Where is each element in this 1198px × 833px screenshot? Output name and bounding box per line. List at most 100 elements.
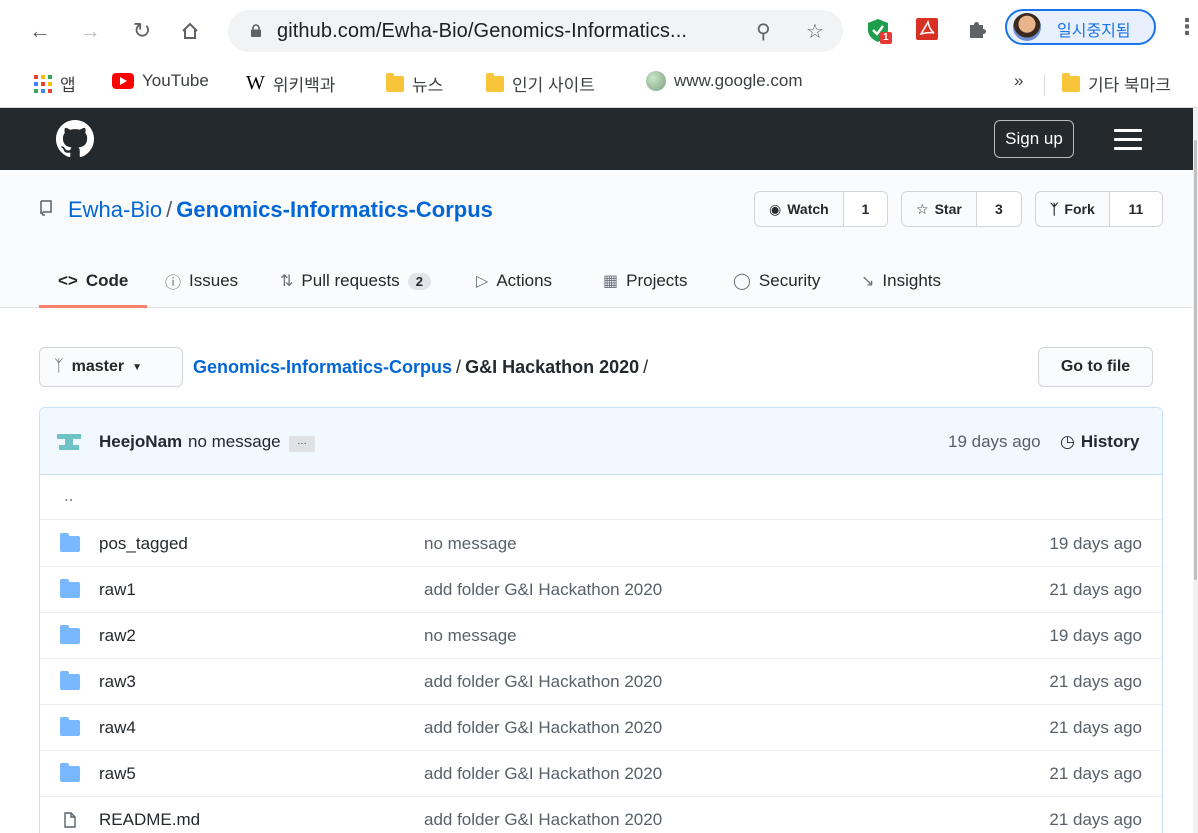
zoom-icon[interactable]: ⚲ xyxy=(756,19,771,44)
tab-code[interactable]: <> Code xyxy=(58,266,128,296)
tab-insights[interactable]: ↘ Insights xyxy=(861,266,941,296)
url-text: github.com/Ewha-Bio/Genomics-Informatics… xyxy=(277,20,688,42)
file-name-link[interactable]: raw4 xyxy=(99,718,136,738)
file-commit-message[interactable]: add folder G&I Hackathon 2020 xyxy=(424,718,662,738)
go-to-file-button[interactable]: Go to file xyxy=(1038,347,1153,387)
fork-count[interactable]: 11 xyxy=(1109,192,1162,226)
file-commit-message[interactable]: add folder G&I Hackathon 2020 xyxy=(424,764,662,784)
star-count[interactable]: 3 xyxy=(976,192,1021,226)
folder-icon xyxy=(60,717,80,736)
file-name-link[interactable]: README.md xyxy=(99,810,200,830)
sign-up-button[interactable]: Sign up xyxy=(994,120,1074,158)
file-name-link[interactable]: raw1 xyxy=(99,580,136,600)
shield-extension-icon[interactable]: 1 xyxy=(866,18,892,44)
watch-count[interactable]: 1 xyxy=(843,192,887,226)
history-link[interactable]: ◷ History xyxy=(1060,432,1139,452)
more-menu-icon[interactable]: ⋮ xyxy=(1176,14,1198,40)
bookmark-popular-sites[interactable]: 인기 사이트 xyxy=(486,71,595,96)
puzzle-icon[interactable] xyxy=(966,18,990,42)
repo-owner-link[interactable]: Ewha-Bio xyxy=(68,197,162,222)
table-row[interactable]: raw2 no message 19 days ago xyxy=(40,613,1162,659)
branch-icon: ᛉ xyxy=(54,358,64,375)
watch-button[interactable]: ◉ Watch 1 xyxy=(754,191,888,227)
github-header: Sign up xyxy=(0,108,1193,170)
file-commit-message[interactable]: add folder G&I Hackathon 2020 xyxy=(424,810,662,830)
bookmarks-bar: 앱 YouTube W 위키백과 뉴스 인기 사이트 www.google.co… xyxy=(0,64,1198,108)
active-tab-indicator xyxy=(39,305,147,308)
project-icon: ▦ xyxy=(603,273,619,290)
repo-name-link[interactable]: Genomics-Informatics-Corpus xyxy=(176,197,493,222)
tab-security[interactable]: ◯ Security xyxy=(733,266,820,296)
tab-projects[interactable]: ▦ Projects xyxy=(603,266,688,296)
globe-icon xyxy=(646,71,666,91)
profile-button[interactable]: 일시중지됨 xyxy=(1005,9,1156,45)
file-name-link[interactable]: raw2 xyxy=(99,626,136,646)
branch-name: master xyxy=(71,358,125,375)
menu-hamburger-icon[interactable] xyxy=(1114,129,1142,156)
file-commit-age: 21 days ago xyxy=(1049,672,1142,691)
github-logo-icon[interactable] xyxy=(56,120,94,158)
commit-message[interactable]: no message xyxy=(188,432,281,452)
breadcrumb: Genomics-Informatics-Corpus / G&I Hackatho… xyxy=(193,357,649,377)
file-name-link[interactable]: pos_tagged xyxy=(99,534,188,554)
lock-icon xyxy=(251,24,261,37)
tab-actions[interactable]: ▷ Actions xyxy=(476,266,552,296)
table-row[interactable]: pos_tagged no message 19 days ago xyxy=(40,521,1162,567)
file-commit-message[interactable]: add folder G&I Hackathon 2020 xyxy=(424,580,662,600)
profile-label: 일시중지됨 xyxy=(1057,23,1131,40)
forward-arrow-icon[interactable]: → xyxy=(76,17,104,45)
file-name-link[interactable]: raw5 xyxy=(99,764,136,784)
commit-author[interactable]: HeejoNam xyxy=(99,432,182,452)
table-row[interactable]: README.md add folder G&I Hackathon 2020 21… xyxy=(40,797,1162,833)
file-commit-age: 21 days ago xyxy=(1049,718,1142,737)
address-bar[interactable]: github.com/Ewha-Bio/Genomics-Informatics… xyxy=(228,10,843,52)
file-icon xyxy=(64,812,76,828)
issue-icon: ⓘ xyxy=(165,275,182,292)
graph-icon: ↘ xyxy=(861,273,875,290)
file-commit-message[interactable]: no message xyxy=(424,626,517,646)
folder-icon xyxy=(486,72,504,92)
bookmark-other[interactable]: 기타 북마크 xyxy=(1062,71,1171,96)
folder-icon xyxy=(60,671,80,690)
table-row[interactable]: raw3 add folder G&I Hackathon 2020 21 days… xyxy=(40,659,1162,705)
file-commit-message[interactable]: no message xyxy=(424,534,517,554)
file-commit-age: 21 days ago xyxy=(1049,580,1142,599)
table-row[interactable]: raw5 add folder G&I Hackathon 2020 21 days… xyxy=(40,751,1162,797)
fork-button[interactable]: ᛉ Fork 11 xyxy=(1035,191,1163,227)
file-commit-age: 21 days ago xyxy=(1049,810,1142,829)
table-row[interactable]: raw4 add folder G&I Hackathon 2020 21 days… xyxy=(40,705,1162,751)
commit-expand-button[interactable]: … xyxy=(289,436,315,452)
bookmark-wikipedia[interactable]: W 위키백과 xyxy=(246,71,335,96)
pull-request-counter: 2 xyxy=(407,272,431,290)
tab-issues[interactable]: ⓘ Issues xyxy=(165,266,238,296)
parent-directory-row[interactable]: .. xyxy=(40,475,1162,520)
breadcrumb-repo-link[interactable]: Genomics-Informatics-Corpus xyxy=(193,357,452,377)
back-arrow-icon[interactable]: ← xyxy=(26,17,54,45)
bookmark-news[interactable]: 뉴스 xyxy=(386,71,443,96)
shield-icon: ◯ xyxy=(733,273,751,290)
tab-pull-requests[interactable]: ⇅ Pull requests 2 xyxy=(280,266,431,296)
file-commit-message[interactable]: add folder G&I Hackathon 2020 xyxy=(424,672,662,692)
bookmarks-overflow[interactable]: » xyxy=(1014,71,1023,91)
caret-down-icon: ▼ xyxy=(132,361,142,373)
reload-icon[interactable]: ↻ xyxy=(128,17,156,45)
repo-tabs: <> Code ⓘ Issues ⇅ Pull requests 2 ▷ Act… xyxy=(0,254,1000,308)
bookmark-star-icon[interactable]: ☆ xyxy=(806,19,824,44)
table-row[interactable]: raw1 add folder G&I Hackathon 2020 21 days… xyxy=(40,567,1162,613)
scrollbar-thumb[interactable] xyxy=(1194,140,1197,580)
bookmark-youtube[interactable]: YouTube xyxy=(112,71,209,91)
pdf-extension-icon[interactable] xyxy=(916,18,940,42)
eye-icon: ◉ xyxy=(769,200,782,217)
repo-title: Ewha-Bio / Genomics-Informatics-Corpus xyxy=(68,197,493,222)
bookmark-google[interactable]: www.google.com xyxy=(646,71,803,91)
star-button[interactable]: ☆ Star 3 xyxy=(901,191,1022,227)
file-name-link[interactable]: raw3 xyxy=(99,672,136,692)
folder-icon xyxy=(60,625,80,644)
branch-select[interactable]: ᛉ master ▼ xyxy=(39,347,183,387)
author-avatar[interactable] xyxy=(56,429,82,455)
home-icon[interactable] xyxy=(176,17,204,45)
extension-badge: 1 xyxy=(883,32,889,43)
bookmark-apps[interactable]: 앱 xyxy=(34,71,76,96)
folder-icon xyxy=(1062,72,1080,92)
star-icon: ☆ xyxy=(916,200,929,217)
